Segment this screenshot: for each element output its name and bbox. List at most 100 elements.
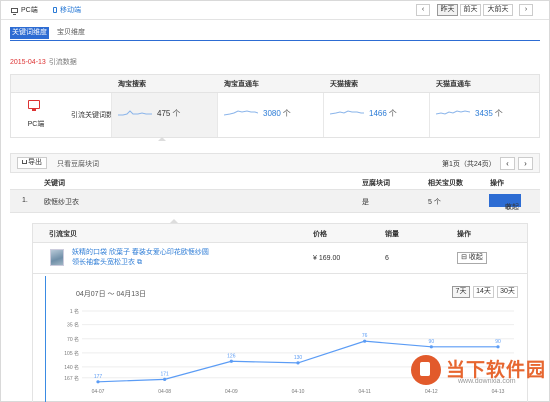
summary-header: 淘宝搜索 淘宝直通车 天猫搜索 天猫直通车 — [11, 75, 539, 93]
row-tofu: 是 — [362, 199, 369, 206]
value-number: 1466 — [369, 109, 387, 118]
sparkline — [118, 110, 152, 116]
data-label: 90 — [495, 339, 501, 345]
value-unit: 个 — [282, 109, 291, 118]
product-thumbnail[interactable] — [50, 249, 64, 266]
summary-device: PC端 — [11, 93, 61, 137]
x-tick-label: 04-12 — [425, 389, 438, 395]
tab-pc-label: PC端 — [21, 7, 38, 14]
col-keyword: 关键词 — [44, 180, 65, 187]
date-note: 2015-04-13 引流数据 — [10, 57, 77, 67]
row-label: 引流关键词数 — [71, 112, 113, 119]
col-product: 引流宝贝 — [49, 231, 77, 238]
trend-range-label: 04月07日 ～ 04月13日 — [76, 291, 147, 298]
sparkline — [330, 110, 364, 115]
device-label: PC端 — [27, 121, 45, 128]
col-action: 操作 — [490, 180, 504, 187]
data-point — [429, 345, 433, 349]
cell-tmall-search[interactable]: 1466 个 — [323, 93, 429, 137]
x-tick-label: 04-11 — [358, 389, 371, 395]
table-row[interactable]: 1. 欧惬纱卫衣 是 5 个 ⊟ 收起 — [10, 190, 540, 213]
day-before-button[interactable]: 前天 — [460, 4, 481, 16]
phone-icon — [53, 7, 57, 13]
prev-day-button[interactable]: ‹ — [416, 4, 430, 16]
col-taobao-ztc: 淘宝直通车 — [224, 81, 259, 88]
data-label: 90 — [429, 339, 435, 345]
data-point — [229, 359, 233, 363]
collapse-button[interactable]: ⊟ 收起 — [489, 194, 521, 211]
tab-mobile[interactable]: 移动端 — [53, 5, 81, 15]
export-label: 导出 — [28, 159, 42, 166]
x-tick-label: 04-13 — [492, 389, 505, 395]
page-info: 第1页（共24页） — [442, 161, 496, 168]
cell-tmall-ztc[interactable]: 3435 个 — [429, 93, 539, 137]
product-sales: 6 — [385, 255, 389, 262]
y-tick-label: 70 名 — [67, 336, 79, 343]
range-14d-button[interactable]: 14天 — [473, 286, 494, 298]
data-label: 171 — [160, 371, 169, 377]
collapse-label: 收起 — [505, 204, 519, 211]
keyword-toolbar: 导出 只看豆腐块词 第1页（共24页） ‹ › — [10, 153, 540, 173]
cell-taobao-search[interactable]: 475 个 — [111, 93, 217, 137]
product-title-link[interactable]: 妖精的口袋 欣葉子 春装女爱心印花欧惬纱圆领长袖套头宽松卫衣 ⧉ — [72, 248, 212, 268]
expand-caret — [158, 137, 166, 141]
data-point — [363, 339, 367, 343]
x-tick-label: 04-08 — [158, 389, 171, 395]
x-tick-label: 04-10 — [292, 389, 305, 395]
col-taobao-search: 淘宝搜索 — [118, 81, 146, 88]
report-date: 2015-04-13 — [10, 59, 46, 66]
y-tick-label: 140 名 — [64, 364, 79, 371]
range-30d-button[interactable]: 30天 — [497, 286, 518, 298]
tab-mobile-label: 移动端 — [60, 7, 81, 14]
three-days-ago-button[interactable]: 大前天 — [483, 4, 513, 16]
value-taobao-ztc: 3080 个 — [263, 108, 291, 119]
data-label: 177 — [94, 374, 103, 380]
report-title: 引流数据 — [48, 59, 77, 66]
col-price: 价格 — [313, 231, 327, 238]
watermark-url: www.downxia.com — [458, 378, 516, 385]
value-unit: 个 — [494, 109, 503, 118]
next-day-button[interactable]: › — [519, 4, 533, 16]
next-page-button[interactable]: › — [518, 157, 533, 170]
col-product-action: 操作 — [457, 231, 471, 238]
value-tmall-ztc: 3435 个 — [475, 108, 503, 119]
col-related-count: 相关宝贝数 — [428, 180, 463, 187]
x-tick-label: 04-07 — [92, 389, 105, 395]
tofu-filter-link[interactable]: 只看豆腐块词 — [57, 159, 99, 169]
value-unit: 个 — [388, 109, 397, 118]
x-tick-label: 04-09 — [225, 389, 238, 395]
value-unit: 个 — [172, 109, 181, 118]
value-taobao-search: 475 个 — [157, 108, 180, 119]
row-index: 1. — [22, 197, 28, 204]
product-row: 妖精的口袋 欣葉子 春装女爱心印花欧惬纱圆领长袖套头宽松卫衣 ⧉ ¥ 169.0… — [33, 244, 527, 274]
detail-header: 引流宝贝 价格 销量 操作 — [33, 224, 527, 243]
top-bar: PC端 移动端 ‹ 昨天 前天 大前天 › — [1, 1, 549, 20]
sparkline — [224, 110, 258, 116]
sparkline — [436, 110, 470, 115]
collapse-icon: ⊟ — [461, 254, 469, 261]
tab-keyword-dimension[interactable]: 关键词维度 — [10, 27, 49, 39]
product-collapse-button[interactable]: ⊟ 收起 — [457, 252, 487, 264]
col-tmall-search: 天猫搜索 — [330, 81, 358, 88]
export-button[interactable]: 导出 — [17, 157, 47, 169]
keyword-table-header: 关键词 豆腐块词 相关宝贝数 操作 — [10, 174, 540, 190]
value-number: 3080 — [263, 109, 281, 118]
yesterday-button[interactable]: 昨天 — [437, 4, 458, 16]
tab-product-dimension[interactable]: 宝贝维度 — [57, 27, 85, 39]
col-tofu: 豆腐块词 — [362, 180, 390, 187]
product-price: ¥ 169.00 — [313, 255, 341, 262]
range-7d-button[interactable]: 7天 — [452, 286, 470, 298]
row-keyword: 欧惬纱卫衣 — [44, 199, 79, 206]
watermark: 当下软件园 www.downxia.com — [411, 351, 545, 389]
monitor-icon — [28, 100, 40, 111]
export-icon — [22, 160, 27, 164]
data-point — [163, 377, 167, 381]
col-sales: 销量 — [385, 231, 399, 238]
cell-taobao-ztc[interactable]: 3080 个 — [217, 93, 323, 137]
summary-table: 淘宝搜索 淘宝直通车 天猫搜索 天猫直通车 PC端 引流关键词数 475 个 30… — [10, 74, 540, 138]
tab-pc[interactable]: PC端 — [11, 5, 38, 15]
prev-page-button[interactable]: ‹ — [500, 157, 515, 170]
y-tick-label: 167 名 — [64, 375, 79, 382]
product-collapse-label: 收起 — [468, 254, 483, 261]
row-count: 5 个 — [428, 199, 441, 206]
